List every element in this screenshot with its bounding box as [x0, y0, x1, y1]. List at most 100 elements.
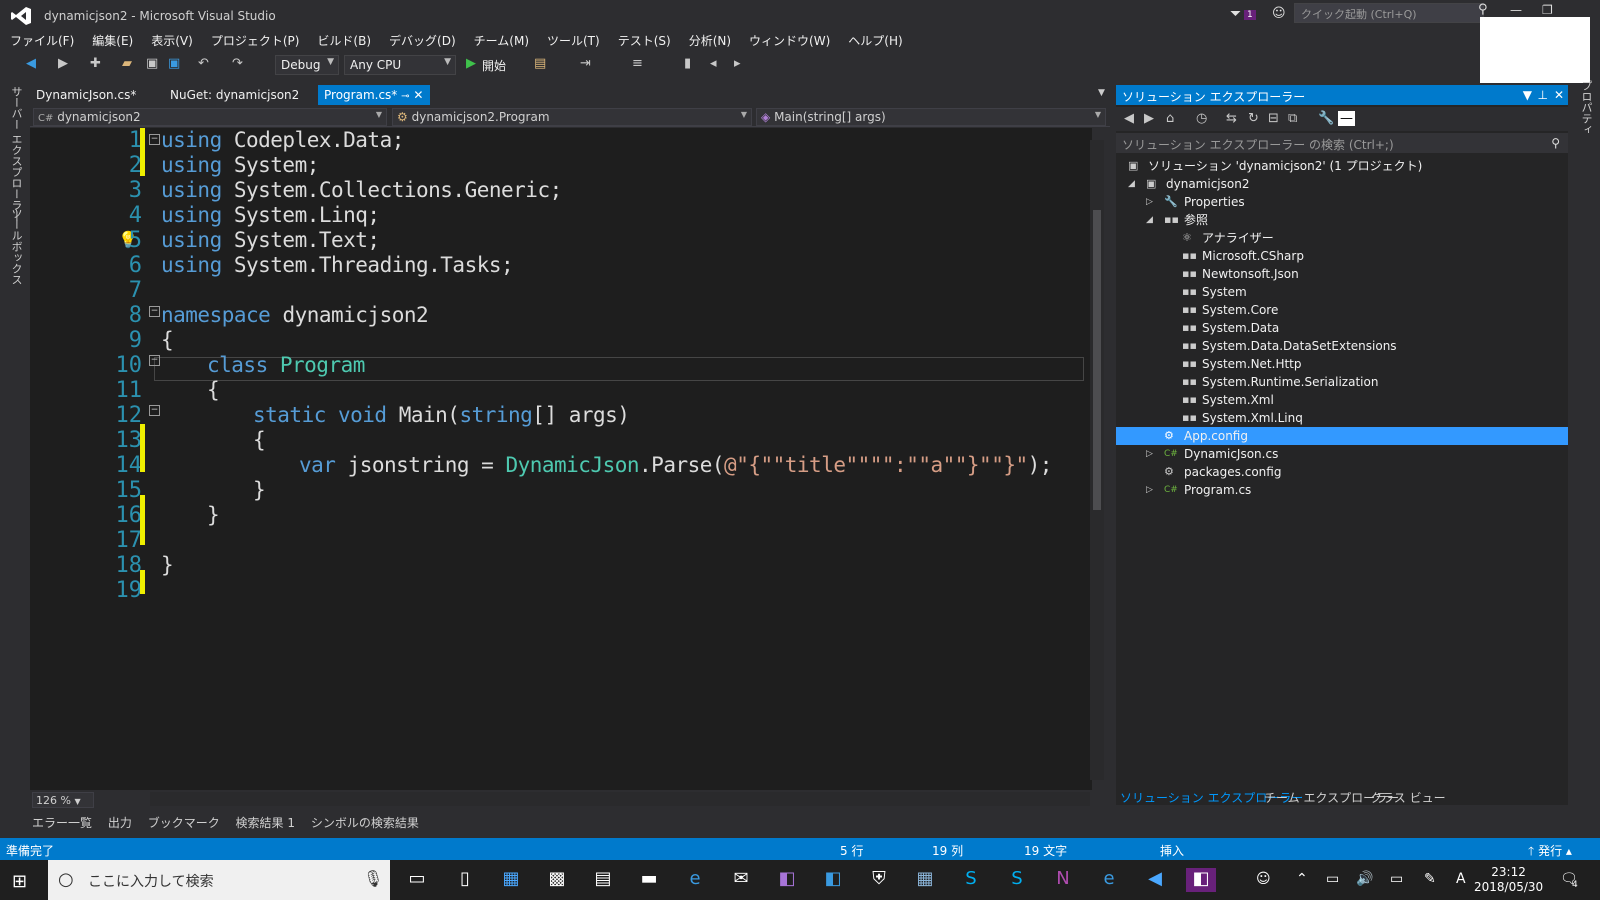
- task-view-icon[interactable]: ▭: [402, 868, 432, 892]
- refresh-icon[interactable]: ↻: [1248, 111, 1259, 126]
- battery-icon[interactable]: ▭: [1390, 871, 1403, 887]
- properties-icon[interactable]: 🔧: [1318, 111, 1334, 126]
- skype-icon[interactable]: S: [956, 868, 986, 892]
- network-icon[interactable]: ▭: [1326, 871, 1339, 887]
- toolbox-tab[interactable]: ツールボックス: [8, 208, 24, 285]
- zoom-select[interactable]: 126 % ▼: [32, 792, 94, 808]
- server-explorer-tab[interactable]: サーバー エクスプローラー: [8, 86, 24, 222]
- preview-icon[interactable]: —: [1338, 111, 1355, 126]
- scroll-thumb[interactable]: [1093, 210, 1101, 510]
- home-icon[interactable]: ⌂: [1166, 111, 1174, 126]
- menu-window[interactable]: ウィンドウ(W): [739, 32, 838, 50]
- tree-file-item[interactable]: ▷ C# Program.cs: [1116, 481, 1568, 499]
- phone-app-icon[interactable]: ▯: [450, 868, 480, 892]
- remote-desktop-icon[interactable]: ▦: [496, 868, 526, 892]
- tree-ref-item[interactable]: ▪▪ System: [1116, 283, 1568, 301]
- expanded-icon[interactable]: ◢: [1128, 175, 1135, 193]
- search-icon[interactable]: ⚲: [1478, 2, 1488, 17]
- tree-references[interactable]: ◢ ▪▪ 参照: [1116, 211, 1568, 229]
- member-dropdown[interactable]: ◈ Main(string[] args) ▼: [756, 108, 1106, 126]
- prev-bookmark-icon[interactable]: ◂: [710, 56, 717, 71]
- vertical-scrollbar[interactable]: [1090, 140, 1104, 780]
- back-icon[interactable]: ◀: [1124, 111, 1134, 126]
- vscode-icon[interactable]: ◧: [818, 868, 848, 892]
- search-icon[interactable]: ⚲: [1551, 136, 1560, 150]
- collapse-icon[interactable]: −: [149, 134, 160, 145]
- menu-tools[interactable]: ツール(T): [537, 32, 608, 50]
- collapsed-icon[interactable]: ▷: [1146, 445, 1153, 463]
- windows-start-icon[interactable]: ⊞: [12, 871, 27, 892]
- tab-find-results[interactable]: 検索結果 1: [234, 812, 297, 833]
- collapse-icon[interactable]: −: [149, 405, 160, 416]
- pin-icon[interactable]: ⊥: [1538, 88, 1548, 102]
- tab-error-list[interactable]: エラー一覧: [30, 812, 94, 833]
- menu-analyze[interactable]: 分析(N): [679, 32, 739, 50]
- tree-solution[interactable]: ▣ ソリューション 'dynamicjson2' (1 プロジェクト): [1116, 157, 1568, 175]
- type-dropdown[interactable]: ⚙ dynamicjson2.Program ▼: [392, 108, 752, 126]
- notepad-icon[interactable]: ▤: [588, 868, 618, 892]
- tree-ref-item[interactable]: ▪▪ System.Net.Http: [1116, 355, 1568, 373]
- forward-icon[interactable]: ▶: [58, 56, 68, 71]
- tree-ref-item[interactable]: ▪▪ Newtonsoft.Json: [1116, 265, 1568, 283]
- close-icon[interactable]: ✕: [413, 88, 423, 102]
- tab-overflow-icon[interactable]: ▼: [1098, 88, 1105, 98]
- microphone-icon[interactable]: 🎙: [363, 869, 383, 888]
- terminal-icon[interactable]: ▬: [634, 868, 664, 892]
- collapsed-icon[interactable]: ▷: [1146, 481, 1153, 499]
- restore-icon[interactable]: ❐: [1542, 3, 1553, 17]
- bookmark-icon[interactable]: ▮: [684, 56, 691, 71]
- expanded-icon[interactable]: ◢: [1146, 211, 1153, 229]
- volume-icon[interactable]: 🔊: [1356, 871, 1373, 887]
- play-icon[interactable]: ▶: [466, 56, 476, 71]
- network-app-icon[interactable]: ▦: [910, 868, 940, 892]
- tree-ref-item[interactable]: ▪▪ Microsoft.CSharp: [1116, 247, 1568, 265]
- undo-icon[interactable]: ↶: [198, 56, 209, 71]
- collapse-icon[interactable]: −: [149, 306, 160, 317]
- properties-tab[interactable]: プロパティ: [1578, 80, 1594, 135]
- tree-ref-item[interactable]: ▪▪ System.Xml.Linq: [1116, 409, 1568, 427]
- close-icon[interactable]: ✕: [1554, 88, 1564, 102]
- tree-properties[interactable]: ▷ 🔧 Properties: [1116, 193, 1568, 211]
- tree-ref-item[interactable]: ▪▪ System.Core: [1116, 301, 1568, 319]
- minimize-icon[interactable]: —: [1510, 3, 1522, 17]
- tree-ref-item[interactable]: ▪▪ System.Data: [1116, 319, 1568, 337]
- collapsed-icon[interactable]: ▷: [1146, 193, 1153, 211]
- solution-search-input[interactable]: ソリューション エクスプローラー の検索 (Ctrl+;) ⚲: [1116, 133, 1568, 153]
- tab-bookmarks[interactable]: ブックマーク: [146, 812, 222, 833]
- people-icon[interactable]: ☺: [1256, 871, 1271, 887]
- new-project-icon[interactable]: ✚: [90, 56, 101, 71]
- tab-program[interactable]: Program.cs* ⊸ ✕: [318, 85, 430, 105]
- tab-symbol-results[interactable]: シンボルの検索結果: [309, 812, 421, 833]
- feedback-icon[interactable]: ☺: [1272, 6, 1286, 21]
- onenote-icon[interactable]: N: [1048, 868, 1078, 892]
- collapse-all-icon[interactable]: ⊟: [1268, 111, 1279, 126]
- menu-team[interactable]: チーム(M): [464, 32, 537, 50]
- platform-select[interactable]: Any CPU ▼: [344, 55, 456, 75]
- tab-dynamicjson[interactable]: DynamicJson.cs*: [30, 85, 142, 105]
- notification-filter-icon[interactable]: ⏷: [1230, 6, 1241, 22]
- menu-debug[interactable]: デバッグ(D): [379, 32, 464, 50]
- back-icon[interactable]: ◀: [26, 56, 36, 71]
- edge-icon[interactable]: e: [680, 868, 710, 892]
- internet-explorer-icon[interactable]: e: [1094, 868, 1124, 892]
- menu-edit[interactable]: 編集(E): [82, 32, 141, 50]
- indent-icon[interactable]: ⇥: [580, 56, 591, 71]
- notification-badge[interactable]: 1: [1244, 10, 1256, 20]
- tree-file-item[interactable]: ⚙ packages.config: [1116, 463, 1568, 481]
- redo-icon[interactable]: ↷: [232, 56, 243, 71]
- forward-icon[interactable]: ▶: [1144, 111, 1154, 126]
- tab-class-view[interactable]: クラス ビュー: [1366, 787, 1450, 808]
- save-all-icon[interactable]: ▣: [168, 56, 180, 71]
- menu-file[interactable]: ファイル(F): [0, 32, 82, 50]
- mail-icon[interactable]: ✉: [726, 868, 756, 892]
- menu-view[interactable]: 表示(V): [141, 32, 201, 50]
- find-in-files-icon[interactable]: ▤: [534, 56, 546, 71]
- chevron-down-icon[interactable]: ▼: [1523, 88, 1532, 102]
- start-button[interactable]: 開始: [482, 57, 506, 74]
- ime-indicator[interactable]: A: [1456, 871, 1466, 887]
- chevron-up-icon[interactable]: ⌃: [1296, 871, 1308, 887]
- taskbar-search-box[interactable]: ○ ここに入力して検索 🎙: [48, 860, 390, 900]
- visual-studio-icon[interactable]: ◧: [772, 868, 802, 892]
- pen-icon[interactable]: ✎: [1424, 871, 1436, 887]
- menu-build[interactable]: ビルド(B): [307, 32, 379, 50]
